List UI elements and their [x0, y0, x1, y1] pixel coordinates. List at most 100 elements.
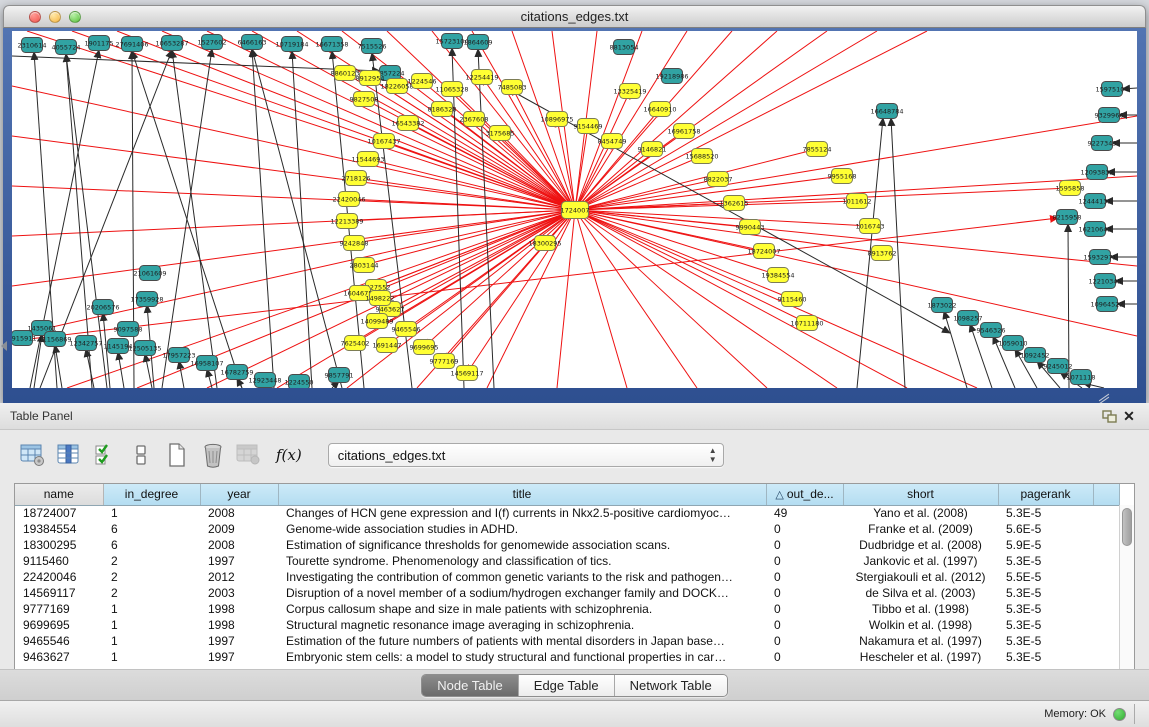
graph-node[interactable]: 9827508 [350, 92, 379, 107]
table-cell[interactable]: 0 [766, 569, 843, 585]
graph-node[interactable]: 18724007 [747, 244, 780, 259]
edge[interactable] [86, 349, 94, 388]
graph-node[interactable]: 1873022 [928, 298, 957, 313]
table-cell[interactable]: 5.3E-5 [998, 553, 1093, 569]
graph-node[interactable]: 2803144 [350, 258, 379, 273]
graph-node[interactable]: 1092452 [1021, 348, 1050, 363]
edge[interactable] [12, 218, 1058, 341]
graph-node[interactable]: 9857791 [325, 368, 354, 383]
table-cell[interactable]: 2008 [200, 537, 278, 553]
graph-node[interactable]: 9115460 [778, 292, 807, 307]
row-mode-icon[interactable] [126, 440, 156, 470]
graph-node[interactable]: 3175685 [486, 126, 515, 141]
edge[interactable] [478, 49, 494, 388]
table-cell[interactable]: 9115460 [15, 553, 103, 569]
table-cell[interactable]: 1 [103, 633, 200, 649]
table-scrollbar-thumb[interactable] [1122, 508, 1132, 546]
graph-node[interactable]: 7625402 [341, 336, 370, 351]
close-panel-icon[interactable]: ✕ [1119, 407, 1139, 425]
edge[interactable] [55, 345, 62, 388]
tab-node-table[interactable]: Node Table [422, 675, 518, 696]
table-cell[interactable]: Embryonic stem cells: a model to study s… [278, 649, 766, 665]
table-cell[interactable]: Tibbo et al. (1998) [843, 601, 998, 617]
table-cell[interactable]: 5.3E-5 [998, 617, 1093, 633]
table-cell[interactable]: 49 [766, 505, 843, 521]
table-cell[interactable]: 2009 [200, 521, 278, 537]
window-titlebar[interactable]: citations_edges.txt [3, 5, 1146, 28]
select-columns-icon[interactable] [90, 440, 120, 470]
graph-node[interactable]: 9465546 [392, 322, 421, 337]
table-cell[interactable]: Jankovic et al. (1997) [843, 553, 998, 569]
graph-node[interactable]: 16210643 [1078, 222, 1111, 237]
graph-node[interactable]: 7855124 [803, 142, 832, 157]
table-row[interactable]: 969969511998Structural magnetic resonanc… [15, 617, 1119, 633]
tab-network-table[interactable]: Network Table [614, 675, 727, 696]
table-cell[interactable]: 1 [103, 505, 200, 521]
graph-node[interactable]: 1362615 [720, 196, 749, 211]
graph-node[interactable]: 7485083 [498, 80, 527, 95]
graph-node[interactable]: 12342757 [69, 336, 102, 351]
edge[interactable] [575, 210, 907, 388]
table-cell[interactable]: 1 [103, 649, 200, 665]
table-cell[interactable]: 1998 [200, 601, 278, 617]
table-row[interactable]: 2242004622012Investigating the contribut… [15, 569, 1119, 585]
graph-node[interactable]: 8215958 [1053, 210, 1082, 225]
edge[interactable] [575, 210, 767, 388]
graph-node[interactable]: 16640910 [643, 102, 676, 117]
table-cell[interactable]: Yano et al. (2008) [843, 505, 998, 521]
minimize-window-icon[interactable] [49, 11, 61, 23]
table-cell[interactable]: 2 [103, 585, 200, 601]
table-cell[interactable]: 1998 [200, 617, 278, 633]
graph-node[interactable]: 1498222 [366, 291, 395, 306]
split-collapse-arrow[interactable] [1, 341, 7, 351]
graph-node[interactable]: 27691406 [115, 37, 148, 52]
graph-node[interactable]: 9955168 [828, 169, 857, 184]
edge[interactable] [252, 49, 342, 388]
graph-node[interactable]: 11544693 [351, 152, 384, 167]
table-cell[interactable]: 9463627 [15, 649, 103, 665]
edge[interactable] [172, 50, 217, 388]
table-cell[interactable]: 1997 [200, 649, 278, 665]
column-header-out_de...[interactable]: △out_de... [766, 484, 843, 505]
graph-node[interactable]: 9990443 [736, 220, 765, 235]
edge[interactable] [370, 78, 575, 210]
table-cell[interactable]: 0 [766, 521, 843, 537]
network-canvas[interactable]: 2310614405572419011752769140610653287152… [12, 31, 1137, 388]
graph-node[interactable]: 1864609 [464, 35, 493, 50]
table-cell[interactable]: 2008 [200, 505, 278, 521]
column-header-in_degree[interactable]: in_degree [103, 484, 200, 505]
table-cell[interactable]: Franke et al. (2009) [843, 521, 998, 537]
column-header-name[interactable]: name [15, 484, 103, 505]
graph-node[interactable]: 8913762 [868, 246, 897, 261]
table-cell[interactable]: 6 [103, 521, 200, 537]
graph-node[interactable]: 14569117 [450, 366, 483, 381]
graph-node[interactable]: 2718126 [342, 171, 371, 186]
graph-node[interactable]: 1691447 [373, 338, 402, 353]
graph-node[interactable]: 2310614 [18, 38, 47, 53]
edge[interactable] [575, 210, 882, 253]
graph-node[interactable]: 9154469 [574, 119, 603, 134]
table-scrollbar[interactable] [1119, 505, 1134, 670]
graph-node[interactable]: 1595858 [1056, 181, 1085, 196]
edge[interactable] [132, 51, 242, 388]
table-cell[interactable]: Corpus callosum shape and size in male p… [278, 601, 766, 617]
node-table[interactable]: namein_degreeyeartitle△out_de...shortpag… [15, 484, 1120, 665]
graph-node[interactable]: 8186328 [428, 102, 457, 117]
graph-node[interactable]: 1071118 [1067, 370, 1096, 385]
graph-node[interactable]: 4055724 [52, 40, 81, 55]
graph-node[interactable]: 9777169 [430, 354, 459, 369]
table-settings-icon[interactable] [18, 440, 48, 470]
graph-node[interactable]: 12210345 [1088, 274, 1121, 289]
table-row[interactable]: 911546021997Tourette syndrome. Phenomeno… [15, 553, 1119, 569]
edge[interactable] [132, 51, 134, 388]
column-header-filler[interactable] [1093, 484, 1119, 505]
edge[interactable] [292, 51, 312, 388]
edge[interactable] [377, 210, 575, 321]
table-cell[interactable]: 0 [766, 649, 843, 665]
table-cell[interactable]: 9699695 [15, 617, 103, 633]
column-header-year[interactable]: year [200, 484, 278, 505]
table-row[interactable]: 1938455462009Genome-wide association stu… [15, 521, 1119, 537]
table-row[interactable]: 1872400712008Changes of HCN gene express… [15, 505, 1119, 521]
table-cell[interactable]: 5.3E-5 [998, 505, 1093, 521]
graph-node[interactable]: 16671358 [315, 37, 348, 52]
